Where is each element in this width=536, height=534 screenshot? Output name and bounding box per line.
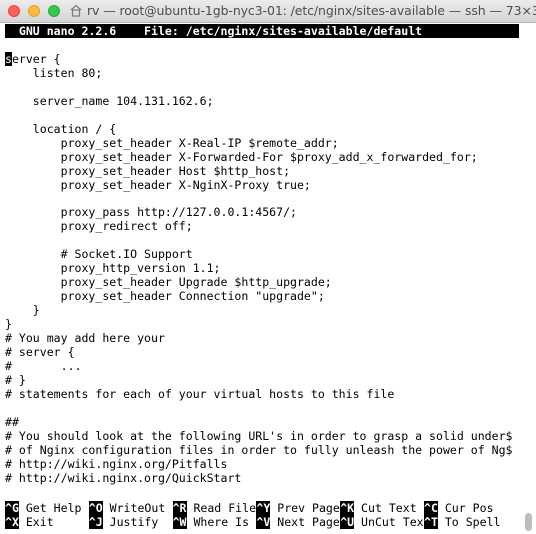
editor-line: listen 80; <box>5 65 103 80</box>
shortcut-key: ^Y <box>256 501 271 515</box>
terminal-window: rv — root@ubuntu-1gb-nyc3-01: /etc/nginx… <box>0 0 536 534</box>
shortcut-prev-page: ^Y Prev Page <box>256 501 340 515</box>
editor-line: proxy_set_header Upgrade $http_upgrade; <box>5 275 332 290</box>
shortcut-to-spell: ^T To Spell <box>424 515 500 529</box>
shortcut-label: To Spell <box>437 515 501 529</box>
editor-line: # statements for each of your virtual ho… <box>5 386 395 401</box>
shortcut-label: Read File <box>186 501 257 515</box>
shortcut-key: ^R <box>172 501 187 515</box>
shortcut-key: ^U <box>340 515 355 529</box>
editor-line: proxy_set_header Host $http_host; <box>5 163 291 178</box>
title-bar[interactable]: rv — root@ubuntu-1gb-nyc3-01: /etc/nginx… <box>0 0 536 23</box>
shortcut-cur-pos: ^C Cur Pos <box>424 501 494 515</box>
shortcut-key: ^C <box>424 501 438 515</box>
scrollbar-thumb[interactable] <box>525 513 532 531</box>
editor-line: # of Nginx configuration files in order … <box>5 442 513 457</box>
editor-line-text: erver { <box>11 52 61 66</box>
shortcut-get-help: ^G Get Help <box>5 501 88 515</box>
editor-line: # server { <box>5 344 75 359</box>
close-button[interactable] <box>8 5 20 17</box>
shortcut-label: WriteOut <box>102 501 173 515</box>
shortcut-key: ^K <box>340 501 355 515</box>
editor-line: server { <box>5 52 61 66</box>
shortcut-key: ^G <box>5 501 19 515</box>
terminal-content[interactable]: GNU nano 2.2.6 File: /etc/nginx/sites-av… <box>0 23 536 534</box>
shortcut-writeout: ^O WriteOut <box>88 501 173 515</box>
editor-line: proxy_set_header Connection "upgrade"; <box>5 289 325 304</box>
editor-line: proxy_set_header X-NginX-Proxy true; <box>5 177 311 192</box>
shortcut-key: ^V <box>256 515 271 529</box>
editor-line: # You should look at the following URL's… <box>5 428 513 443</box>
editor-line: location / { <box>5 121 117 136</box>
shortcut-label: Cut Text <box>354 501 424 515</box>
editor-line: server_name 104.131.162.6; <box>5 93 214 108</box>
editor-line: } <box>5 303 40 318</box>
shortcut-cut-text: ^K Cut Text <box>340 501 423 515</box>
shortcut-key: ^X <box>5 515 19 529</box>
shortcut-label: Exit <box>18 515 89 529</box>
editor-line: proxy_set_header X-Real-IP $remote_addr; <box>5 135 339 150</box>
shortcut-key: ^O <box>88 501 103 515</box>
editor-line: # } <box>5 372 26 387</box>
shortcut-justify: ^J Justify <box>88 515 173 529</box>
home-folder-icon <box>70 4 82 17</box>
nano-header-bar: GNU nano 2.2.6 File: /etc/nginx/sites-av… <box>5 24 520 38</box>
editor-line: # ... <box>5 358 82 373</box>
shortcut-label: UnCut Tex <box>354 515 424 529</box>
editor-line: # You may add here your <box>5 331 165 345</box>
shortcut-where-is: ^W Where Is <box>172 515 257 529</box>
editor-line: } <box>5 317 12 332</box>
editor-line: proxy_redirect off; <box>5 219 193 234</box>
shortcut-label: Next Page <box>270 515 340 529</box>
shortcut-label: Prev Page <box>270 501 340 515</box>
shortcut-key: ^J <box>88 515 103 529</box>
editor-line: # Socket.IO Support <box>5 247 193 262</box>
editor-line: ## <box>5 414 19 429</box>
shortcut-label: Where Is <box>186 515 257 529</box>
editor-line: proxy_set_header X-Forwarded-For $proxy_… <box>5 149 478 164</box>
shortcut-exit: ^X Exit <box>5 515 88 529</box>
shortcut-label: Get Help <box>18 501 89 515</box>
shortcut-uncut-tex: ^U UnCut Tex <box>340 515 424 529</box>
shortcut-label: Cur Pos <box>437 501 494 515</box>
text-cursor: s <box>5 52 12 66</box>
editor-line: proxy_pass http://127.0.0.1:4567/; <box>5 205 297 220</box>
window-title: rv — root@ubuntu-1gb-nyc3-01: /etc/nginx… <box>87 3 536 18</box>
minimize-button[interactable] <box>28 5 40 17</box>
shortcut-key: ^T <box>424 515 438 529</box>
editor-line: # http://wiki.nginx.org/QuickStart <box>5 470 242 485</box>
editor-line: proxy_http_version 1.1; <box>5 261 221 276</box>
maximize-button[interactable] <box>48 5 60 17</box>
vertical-scrollbar[interactable] <box>521 23 536 534</box>
shortcut-key: ^W <box>172 515 187 529</box>
editor-line: # http://wiki.nginx.org/Pitfalls <box>5 456 228 471</box>
shortcut-next-page: ^V Next Page <box>256 515 340 529</box>
shortcut-read-file: ^R Read File <box>172 501 257 515</box>
shortcut-label: Justify <box>102 515 173 529</box>
